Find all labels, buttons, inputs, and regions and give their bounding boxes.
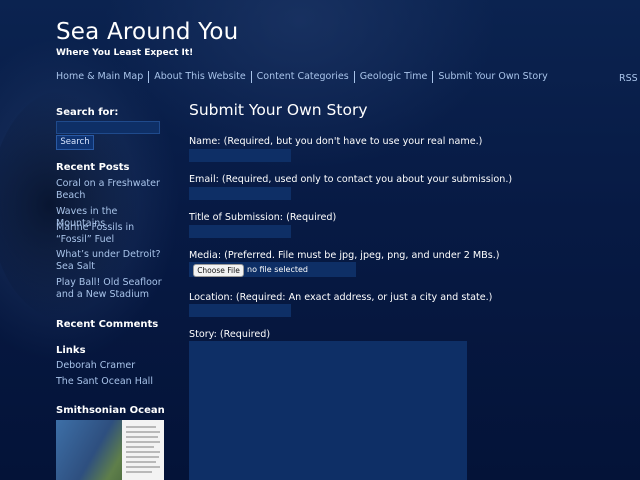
title-label: Title of Submission: (Required) [189, 212, 337, 223]
story-textarea[interactable] [189, 341, 467, 480]
recent-post-link[interactable]: Play Ball! Old Seafloor and a New Stadiu… [56, 277, 168, 301]
nav-geologic-time[interactable]: Geologic Time [353, 71, 433, 83]
link-sant-ocean-hall[interactable]: The Sant Ocean Hall [56, 376, 168, 388]
location-label: Location: (Required: An exact address, o… [189, 292, 493, 303]
recent-post-link[interactable]: Marine Fossils in “Fossil” Fuel [56, 222, 168, 246]
link-deborah-cramer[interactable]: Deborah Cramer [56, 360, 168, 372]
media-label: Media: (Preferred. File must be jpg, jpe… [189, 250, 500, 261]
file-status: no file selected [247, 265, 309, 274]
email-label: Email: (Required, used only to contact y… [189, 174, 513, 185]
choose-file-button[interactable]: Choose File [193, 264, 244, 277]
title-input[interactable] [189, 225, 291, 238]
nav-about[interactable]: About This Website [148, 71, 250, 83]
search-button[interactable]: Search [56, 135, 94, 150]
name-input[interactable] [189, 149, 291, 162]
site-title[interactable]: Sea Around You [56, 19, 238, 45]
name-label: Name: (Required, but you don't have to u… [189, 136, 483, 147]
search-label: Search for: [56, 107, 119, 118]
recent-post-link[interactable]: Coral on a Freshwater Beach [56, 178, 168, 202]
location-input[interactable] [189, 304, 291, 317]
story-label: Story: (Required) [189, 329, 271, 340]
recent-post-link[interactable]: What’s under Detroit? Sea Salt [56, 249, 168, 273]
main-nav: Home & Main Map About This Website Content… [56, 71, 553, 83]
search-input[interactable] [56, 121, 160, 134]
media-file-input: Choose File no file selected [189, 262, 356, 277]
nav-home[interactable]: Home & Main Map [56, 71, 148, 83]
recent-comments-heading: Recent Comments [56, 319, 159, 330]
page-title: Submit Your Own Story [189, 101, 368, 119]
site-tagline: Where You Least Expect It! [56, 48, 194, 58]
recent-posts-heading: Recent Posts [56, 162, 130, 173]
smithsonian-heading: Smithsonian Ocean [56, 405, 165, 416]
smithsonian-thumbnail-page [122, 420, 164, 480]
links-heading: Links [56, 345, 86, 356]
rss-link[interactable]: RSS [619, 73, 638, 84]
email-input[interactable] [189, 187, 291, 200]
nav-content-categories[interactable]: Content Categories [250, 71, 354, 83]
nav-submit-story[interactable]: Submit Your Own Story [432, 71, 552, 83]
